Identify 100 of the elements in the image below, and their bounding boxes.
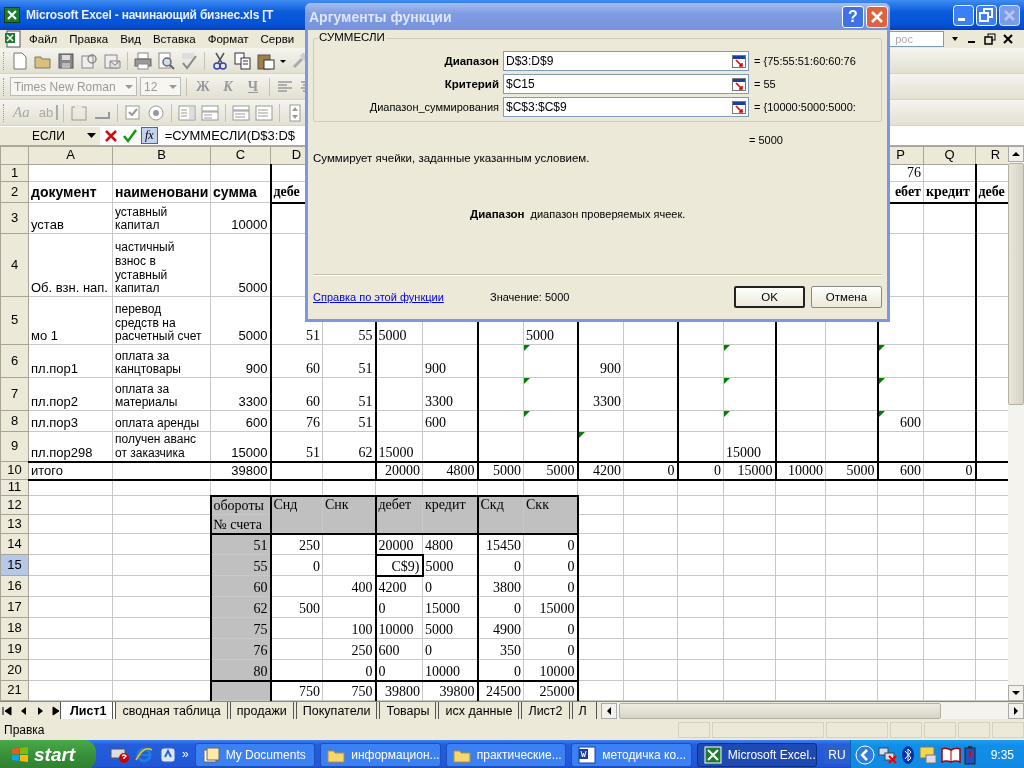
enter-icon[interactable] (122, 127, 138, 144)
table-cell: итого (28, 461, 113, 480)
table-cell: 75 (210, 617, 271, 639)
row-header[interactable]: 14 (0, 533, 29, 555)
formula-field[interactable]: =СУММЕСЛИ(D$3:D$ (160, 128, 296, 143)
table-cell: 900 (577, 344, 624, 378)
scissors-icon[interactable] (210, 50, 230, 71)
save-icon[interactable] (56, 50, 76, 71)
sheet-tab[interactable]: сводная таблица (112, 702, 231, 719)
row-header[interactable]: 17 (0, 596, 29, 618)
scroll-down-icon[interactable] (1008, 685, 1024, 701)
column-header[interactable]: Q (923, 146, 976, 165)
row-header[interactable]: 16 (0, 575, 29, 597)
collapse-dialog-icon[interactable] (732, 100, 746, 114)
combo-list-icon[interactable] (231, 102, 252, 123)
row-header[interactable]: 2 (0, 181, 29, 203)
new-document-icon[interactable] (10, 50, 30, 71)
sheet-tab[interactable]: Лист1 (60, 702, 117, 719)
column-header[interactable]: C (210, 146, 271, 165)
row-header[interactable]: 15 (0, 554, 29, 576)
vertical-scrollbar[interactable] (1008, 146, 1024, 701)
sheet-tab[interactable]: исх данные (435, 702, 523, 719)
close-icon[interactable] (1002, 33, 1014, 45)
cancel-button[interactable]: Отмена (811, 286, 882, 308)
scroll-left-icon[interactable] (600, 702, 617, 719)
print-preview-icon[interactable] (156, 50, 176, 71)
menu-item[interactable]: Правка (64, 33, 114, 45)
row-header[interactable]: 3 (0, 202, 29, 234)
chevron-icon[interactable] (854, 745, 875, 765)
collapse-dialog-icon[interactable] (732, 54, 746, 68)
taskbar-button[interactable]: информацион... (320, 743, 441, 767)
table-cell: мо 1 (28, 296, 113, 345)
menu-item[interactable]: Вид (115, 33, 146, 45)
menu-item[interactable]: Вставка (147, 33, 201, 45)
combo-box-icon[interactable] (200, 102, 221, 123)
row-header[interactable]: 21 (0, 680, 29, 701)
book-icon[interactable] (940, 745, 961, 765)
start-button[interactable]: start (0, 740, 96, 768)
column-header[interactable]: A (28, 146, 113, 165)
table-cell: пл.пор2 (28, 377, 113, 411)
row-header[interactable]: 5 (0, 296, 29, 345)
restore-icon[interactable] (984, 33, 996, 45)
argument-field[interactable]: $C$3:$C$9 (503, 97, 749, 117)
battery-icon[interactable] (963, 745, 976, 765)
bluetooth-icon[interactable] (900, 745, 915, 765)
radio-icon[interactable] (146, 102, 167, 123)
table-cell: 350 (477, 638, 524, 660)
workbook-icon[interactable] (4, 30, 22, 48)
scroll-thumb[interactable] (618, 702, 941, 719)
browser-icon[interactable] (134, 745, 154, 765)
network-icon[interactable] (877, 745, 898, 765)
insert-function-button[interactable]: fx (141, 127, 158, 144)
menu-item[interactable]: Серви (255, 33, 300, 45)
name-box[interactable]: ЕСЛИ (0, 126, 100, 145)
column-header[interactable]: R (975, 146, 1008, 165)
sheet-tab[interactable]: Товары (376, 702, 440, 719)
argument-field[interactable]: D$3:D$9 (503, 51, 749, 71)
scroll-up-icon[interactable] (1008, 146, 1024, 162)
menu-item[interactable]: Формат (202, 33, 254, 45)
table-cell: 0 (523, 638, 578, 660)
spell-check-icon[interactable] (179, 50, 199, 71)
printer-icon[interactable] (133, 50, 153, 71)
cancel-icon[interactable] (103, 127, 119, 144)
help-button[interactable]: ? (842, 5, 864, 28)
row-header[interactable]: 19 (0, 638, 29, 660)
sheet-tab[interactable]: Л (568, 702, 597, 719)
row-header[interactable]: 9 (0, 431, 29, 462)
row-header[interactable]: 4 (0, 233, 29, 297)
taskbar-button[interactable]: методичка ко... (571, 743, 692, 767)
row-header[interactable]: 6 (0, 344, 29, 378)
scroll-thumb[interactable] (1008, 163, 1024, 405)
taskbar-button[interactable]: Microsoft Excel... (696, 743, 818, 767)
help-desktop-icon[interactable] (110, 745, 130, 765)
menu-item[interactable]: Файл (24, 33, 63, 45)
dropdown-icon (125, 82, 133, 91)
table-cell: устав (28, 202, 113, 234)
sheet-tab[interactable]: Лист2 (518, 702, 573, 719)
horizontal-scrollbar[interactable] (600, 702, 1024, 719)
collapse-dialog-icon[interactable] (732, 77, 746, 91)
sheet-tab[interactable]: Покупатели (292, 702, 381, 719)
argument-field[interactable]: $C15 (503, 74, 749, 94)
row-header[interactable]: 20 (0, 659, 29, 681)
row-header[interactable]: 8 (0, 410, 29, 432)
row-header[interactable]: 18 (0, 617, 29, 639)
copy-icon[interactable] (233, 50, 253, 71)
language-indicator[interactable]: RU (824, 746, 850, 764)
scroll-right-icon[interactable] (1008, 702, 1024, 719)
more-button[interactable]: » (182, 745, 189, 761)
row-header[interactable]: 7 (0, 377, 29, 411)
table-cell: 3800 (477, 575, 524, 597)
table-cell: оплата за материалы (112, 377, 211, 411)
table-cell: 4800 (422, 533, 478, 555)
argument-label: Критерий (443, 78, 500, 90)
ok-button[interactable]: OK (734, 286, 805, 308)
sheet-tab[interactable]: продажи (226, 702, 297, 719)
taskbar-button[interactable]: My Documents (194, 743, 316, 767)
media-icon[interactable] (158, 745, 178, 765)
table-cell: 0 (375, 659, 423, 681)
taskbar-button[interactable]: практические... (445, 743, 567, 767)
column-header[interactable]: B (112, 146, 211, 165)
